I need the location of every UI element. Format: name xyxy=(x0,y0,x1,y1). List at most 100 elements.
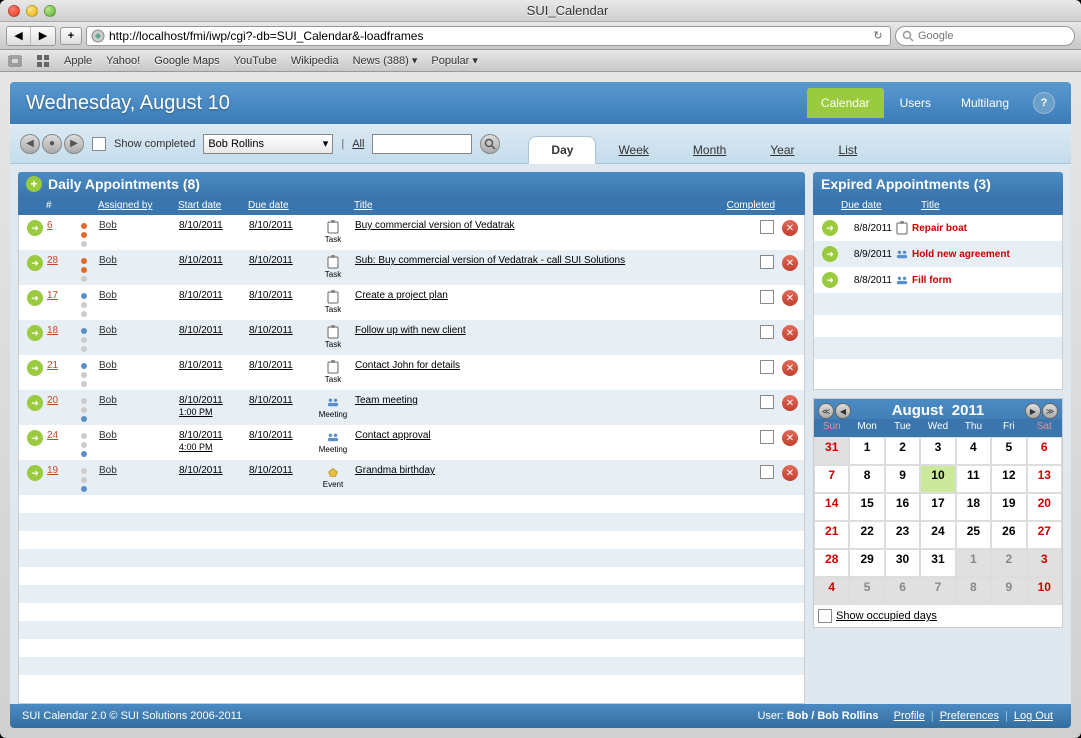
calendar-day[interactable]: 14 xyxy=(814,493,849,521)
appointment-id-link[interactable]: 19 xyxy=(47,465,58,476)
delete-button[interactable]: ✕ xyxy=(782,220,798,236)
calendar-day[interactable]: 21 xyxy=(814,521,849,549)
open-appointment-button[interactable]: ➜ xyxy=(27,465,43,481)
preferences-link[interactable]: Preferences xyxy=(940,710,999,722)
next-month-button[interactable]: ▶ xyxy=(1025,403,1041,419)
calendar-day[interactable]: 1 xyxy=(956,549,991,577)
open-expired-button[interactable]: ➜ xyxy=(822,220,838,236)
reading-list-icon[interactable] xyxy=(8,54,22,68)
add-appointment-button[interactable]: + xyxy=(26,176,42,192)
calendar-day[interactable]: 7 xyxy=(814,465,849,493)
open-expired-button[interactable]: ➜ xyxy=(822,272,838,288)
open-appointment-button[interactable]: ➜ xyxy=(27,395,43,411)
calendar-day[interactable]: 2 xyxy=(991,549,1026,577)
bookmark-apple[interactable]: Apple xyxy=(64,55,92,67)
tab-multilang[interactable]: Multilang xyxy=(947,88,1023,118)
appointment-id-link[interactable]: 21 xyxy=(47,360,58,371)
appointment-id-link[interactable]: 17 xyxy=(47,290,58,301)
calendar-day[interactable]: 10 xyxy=(920,465,955,493)
next-day-button[interactable]: ▶ xyxy=(64,134,84,154)
open-appointment-button[interactable]: ➜ xyxy=(27,220,43,236)
calendar-day[interactable]: 29 xyxy=(849,549,884,577)
calendar-day[interactable]: 11 xyxy=(956,465,991,493)
completed-checkbox[interactable] xyxy=(760,255,774,269)
completed-checkbox[interactable] xyxy=(760,290,774,304)
delete-button[interactable]: ✕ xyxy=(782,430,798,446)
calendar-day[interactable]: 17 xyxy=(920,493,955,521)
today-button[interactable]: ● xyxy=(42,134,62,154)
calendar-day[interactable]: 26 xyxy=(991,521,1026,549)
calendar-day[interactable]: 27 xyxy=(1027,521,1062,549)
zoom-window[interactable] xyxy=(44,5,56,17)
tab-users[interactable]: Users xyxy=(886,88,945,118)
delete-button[interactable]: ✕ xyxy=(782,360,798,376)
user-select[interactable]: Bob Rollins ▾ xyxy=(203,134,333,154)
show-occupied-label[interactable]: Show occupied days xyxy=(836,610,937,622)
view-month[interactable]: Month xyxy=(671,137,748,163)
delete-button[interactable]: ✕ xyxy=(782,290,798,306)
calendar-day[interactable]: 16 xyxy=(885,493,920,521)
minimize-window[interactable] xyxy=(26,5,38,17)
completed-checkbox[interactable] xyxy=(760,395,774,409)
assigned-by-link[interactable]: Bob xyxy=(99,290,117,301)
delete-button[interactable]: ✕ xyxy=(782,395,798,411)
calendar-day[interactable]: 15 xyxy=(849,493,884,521)
prev-month-button[interactable]: ◀ xyxy=(835,403,851,419)
assigned-by-link[interactable]: Bob xyxy=(99,325,117,336)
appointment-id-link[interactable]: 28 xyxy=(47,255,58,266)
url-input[interactable] xyxy=(109,29,866,43)
calendar-day[interactable]: 3 xyxy=(1027,549,1062,577)
assigned-by-link[interactable]: Bob xyxy=(99,220,117,231)
calendar-day[interactable]: 9 xyxy=(991,577,1026,605)
bookmark-yahoo[interactable]: Yahoo! xyxy=(106,55,140,67)
assigned-by-link[interactable]: Bob xyxy=(99,255,117,266)
bookmark-gmaps[interactable]: Google Maps xyxy=(154,55,219,67)
appointment-id-link[interactable]: 6 xyxy=(47,220,53,231)
delete-button[interactable]: ✕ xyxy=(782,325,798,341)
completed-checkbox[interactable] xyxy=(760,325,774,339)
calendar-day[interactable]: 19 xyxy=(991,493,1026,521)
find-button[interactable] xyxy=(480,134,500,154)
tab-calendar[interactable]: Calendar xyxy=(807,88,884,118)
assigned-by-link[interactable]: Bob xyxy=(99,465,117,476)
view-day[interactable]: Day xyxy=(528,136,596,164)
open-appointment-button[interactable]: ➜ xyxy=(27,360,43,376)
calendar-day[interactable]: 9 xyxy=(885,465,920,493)
bookmark-news[interactable]: News (388) ▾ xyxy=(353,54,418,67)
find-input[interactable] xyxy=(372,134,472,154)
prev-day-button[interactable]: ◀ xyxy=(20,134,40,154)
calendar-day[interactable]: 25 xyxy=(956,521,991,549)
calendar-day[interactable]: 4 xyxy=(956,437,991,465)
calendar-day[interactable]: 6 xyxy=(885,577,920,605)
search-input[interactable] xyxy=(918,30,1068,42)
calendar-day[interactable]: 31 xyxy=(814,437,849,465)
delete-button[interactable]: ✕ xyxy=(782,465,798,481)
calendar-day[interactable]: 20 xyxy=(1027,493,1062,521)
calendar-day[interactable]: 8 xyxy=(956,577,991,605)
calendar-day[interactable]: 30 xyxy=(885,549,920,577)
assigned-by-link[interactable]: Bob xyxy=(99,395,117,406)
all-link[interactable]: All xyxy=(352,138,364,150)
calendar-day[interactable]: 23 xyxy=(885,521,920,549)
assigned-by-link[interactable]: Bob xyxy=(99,430,117,441)
add-bookmark-button[interactable]: + xyxy=(60,27,82,45)
appointment-id-link[interactable]: 18 xyxy=(47,325,58,336)
open-appointment-button[interactable]: ➜ xyxy=(27,290,43,306)
appointment-id-link[interactable]: 20 xyxy=(47,395,58,406)
calendar-day[interactable]: 13 xyxy=(1027,465,1062,493)
open-appointment-button[interactable]: ➜ xyxy=(27,255,43,271)
appointment-id-link[interactable]: 24 xyxy=(47,430,58,441)
calendar-day[interactable]: 22 xyxy=(849,521,884,549)
calendar-day[interactable]: 3 xyxy=(920,437,955,465)
calendar-day[interactable]: 31 xyxy=(920,549,955,577)
logout-link[interactable]: Log Out xyxy=(1014,710,1053,722)
calendar-day[interactable]: 24 xyxy=(920,521,955,549)
open-expired-button[interactable]: ➜ xyxy=(822,246,838,262)
delete-button[interactable]: ✕ xyxy=(782,255,798,271)
help-button[interactable]: ? xyxy=(1033,92,1055,114)
completed-checkbox[interactable] xyxy=(760,465,774,479)
bookmark-popular[interactable]: Popular ▾ xyxy=(431,54,478,67)
calendar-day[interactable]: 1 xyxy=(849,437,884,465)
bookmark-wikipedia[interactable]: Wikipedia xyxy=(291,55,339,67)
calendar-day[interactable]: 7 xyxy=(920,577,955,605)
